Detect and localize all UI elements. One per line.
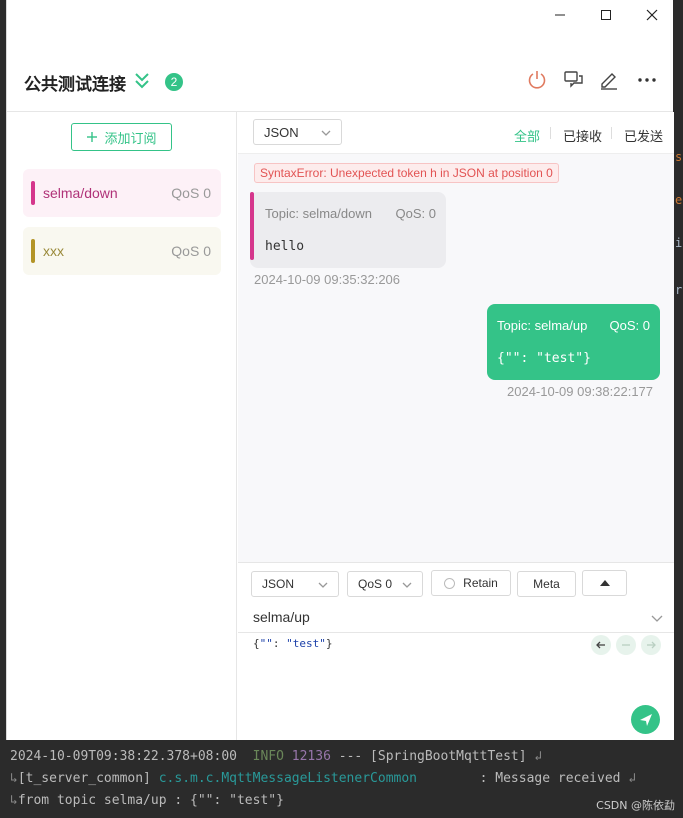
message-bubbles-icon[interactable] xyxy=(563,69,585,91)
message-qos: QoS: 0 xyxy=(609,318,650,333)
topic-history-chevron-icon[interactable] xyxy=(650,611,664,625)
subscription-color-bar xyxy=(31,239,35,263)
arrow-right-icon xyxy=(647,641,656,649)
retain-radio-icon xyxy=(444,577,456,589)
message-composer: JSON QoS 0 Retain Meta selma/up {"": "te xyxy=(238,562,674,740)
send-button[interactable] xyxy=(631,705,660,734)
subscription-item-xxx[interactable]: xxx QoS 0 xyxy=(23,227,221,275)
history-back-button[interactable] xyxy=(591,635,611,655)
collapse-chevron-icon[interactable] xyxy=(133,70,151,90)
close-button[interactable] xyxy=(629,0,675,30)
plus-icon xyxy=(87,132,98,142)
history-forward-button[interactable] xyxy=(641,635,661,655)
console-line: ↳from topic selma/up : {"": "test"} xyxy=(10,793,284,808)
subscriptions-panel: 添加订阅 selma/down QoS 0 xxx QoS 0 xyxy=(7,112,237,740)
chevron-down-icon xyxy=(321,130,331,136)
json-error-message: SyntaxError: Unexpected token h in JSON … xyxy=(254,163,559,183)
history-clear-button[interactable] xyxy=(616,635,636,655)
message-qos: QoS: 0 xyxy=(395,206,436,221)
composer-format-select[interactable]: JSON xyxy=(251,571,339,597)
filter-received-tab[interactable]: 已接收 xyxy=(563,126,602,145)
message-payload: hello xyxy=(265,239,305,254)
send-icon xyxy=(639,713,652,726)
messages-toolbar: JSON 全部 已接收 已发送 xyxy=(238,112,674,154)
composer-topic-input[interactable]: selma/up xyxy=(253,609,310,625)
connection-header: 公共测试连接 2 xyxy=(7,50,673,112)
subscription-count-badge: 2 xyxy=(165,73,183,91)
payload-format-value: JSON xyxy=(264,124,299,140)
incoming-color-bar xyxy=(250,192,254,260)
subscription-topic: xxx xyxy=(43,243,64,259)
subscription-qos: QoS 0 xyxy=(171,185,211,201)
incoming-message-bubble[interactable]: Topic: selma/down QoS: 0 hello xyxy=(250,192,446,268)
line-continue-icon: ↳ xyxy=(10,793,18,808)
meta-label: Meta xyxy=(533,577,560,591)
minus-icon xyxy=(622,644,630,646)
add-subscription-button[interactable]: 添加订阅 xyxy=(71,123,172,151)
subscription-topic: selma/down xyxy=(43,185,118,201)
outgoing-message-bubble[interactable]: Topic: selma/up QoS: 0 {"": "test"} xyxy=(487,304,660,380)
retain-label: Retain xyxy=(463,576,498,590)
minimize-button[interactable] xyxy=(537,0,583,30)
more-icon[interactable] xyxy=(636,69,658,91)
chevron-down-icon xyxy=(318,582,328,588)
add-subscription-label: 添加订阅 xyxy=(104,131,157,147)
maximize-button[interactable] xyxy=(583,0,629,30)
subscription-item-selma-down[interactable]: selma/down QoS 0 xyxy=(23,169,221,217)
filter-all-tab[interactable]: 全部 xyxy=(514,126,540,145)
maximize-icon xyxy=(601,10,611,20)
caret-up-icon xyxy=(599,580,610,586)
minimize-icon xyxy=(555,14,565,16)
title-bar xyxy=(7,0,673,30)
expand-composer-button[interactable] xyxy=(582,570,627,596)
divider xyxy=(550,127,551,139)
connection-title: 公共测试连接 xyxy=(24,75,126,95)
message-payload: {"": "test"} xyxy=(497,351,591,366)
retain-checkbox[interactable]: Retain xyxy=(431,570,511,596)
console-line: 2024-10-09T09:38:22.378+08:00 INFO 12136… xyxy=(10,749,543,764)
power-icon[interactable] xyxy=(526,69,548,91)
mqttx-window: 公共测试连接 2 添加订阅 selma/down QoS 0 xxx QoS 0… xyxy=(6,0,674,740)
payload-format-select[interactable]: JSON xyxy=(253,119,342,145)
line-wrap-icon: ↲ xyxy=(534,749,543,764)
arrow-left-icon xyxy=(596,641,605,649)
watermark-credit: CSDN @陈依勐 xyxy=(596,799,675,812)
close-icon xyxy=(646,9,658,21)
outgoing-message-time: 2024-10-09 09:38:22:177 xyxy=(507,384,654,399)
chevron-down-icon xyxy=(402,582,412,588)
console-line: ↳[t_server_common] c.s.m.c.MqttMessageLi… xyxy=(10,771,637,786)
messages-panel: JSON 全部 已接收 已发送 SyntaxError: Unexpected … xyxy=(238,112,674,740)
composer-qos-select[interactable]: QoS 0 xyxy=(347,571,423,597)
filter-sent-tab[interactable]: 已发送 xyxy=(624,126,663,145)
message-topic: Topic: selma/down xyxy=(265,206,372,221)
divider xyxy=(238,632,674,633)
message-topic: Topic: selma/up xyxy=(497,318,588,333)
subscription-color-bar xyxy=(31,181,35,205)
incoming-message-time: 2024-10-09 09:35:32:206 xyxy=(254,272,401,287)
composer-format-value: JSON xyxy=(262,577,295,591)
ide-console: 2024-10-09T09:38:22.378+08:00 INFO 12136… xyxy=(0,740,683,818)
edit-icon[interactable] xyxy=(598,69,620,91)
composer-payload-editor[interactable]: {"": "test"} xyxy=(253,637,333,650)
subscription-qos: QoS 0 xyxy=(171,243,211,259)
background-editor-strip: s e i r xyxy=(673,0,683,740)
divider xyxy=(611,127,612,139)
line-wrap-icon: ↲ xyxy=(628,771,637,786)
line-continue-icon: ↳ xyxy=(10,771,18,786)
composer-qos-value: QoS 0 xyxy=(358,577,393,591)
meta-button[interactable]: Meta xyxy=(517,571,576,597)
